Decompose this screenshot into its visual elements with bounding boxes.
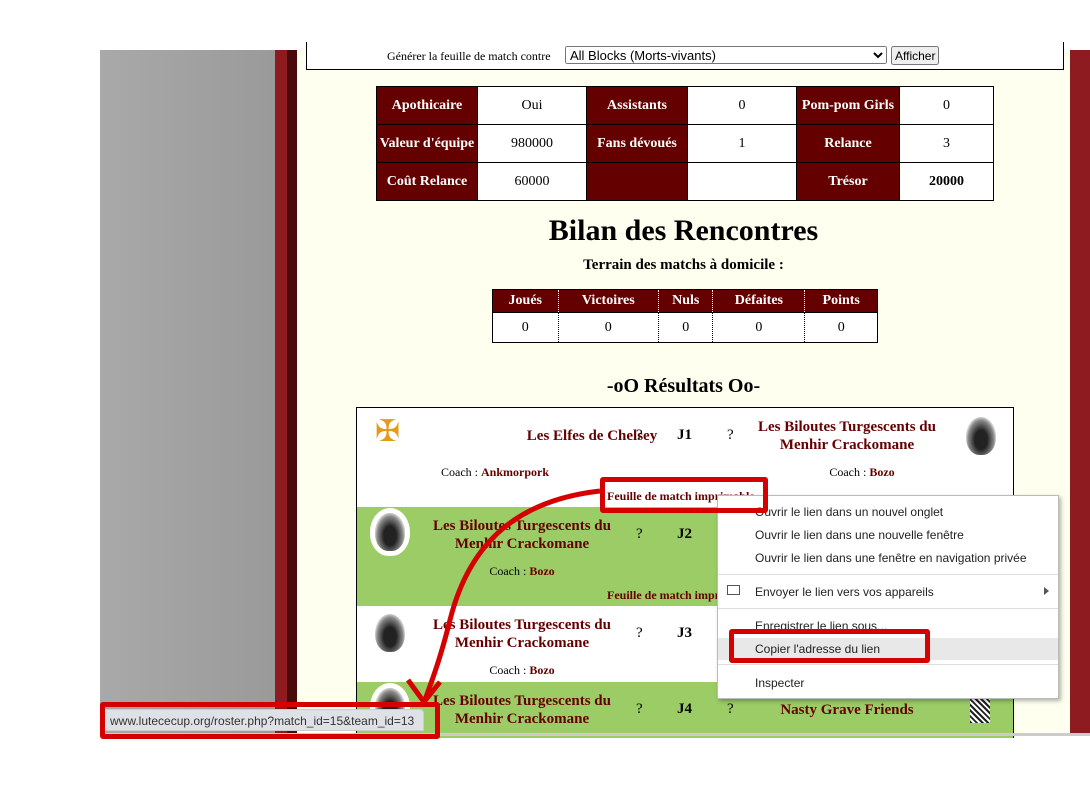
annotation-arrow-icon	[405, 488, 601, 707]
